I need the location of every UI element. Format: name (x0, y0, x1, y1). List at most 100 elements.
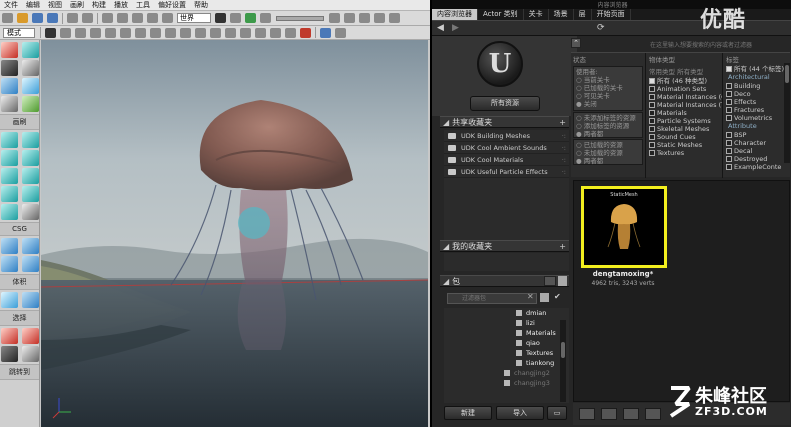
build-lighting-icon[interactable] (344, 13, 355, 23)
forward-arrow-icon[interactable]: ▶ (452, 23, 459, 33)
camera-mode-icon[interactable] (1, 42, 18, 58)
sheet-brush-icon[interactable] (22, 168, 39, 184)
lit-icon[interactable] (135, 27, 146, 38)
scale-icon[interactable] (147, 13, 158, 23)
all-assets-button[interactable]: 所有资源 (470, 96, 540, 111)
build-paths-icon[interactable] (359, 13, 370, 23)
tag-all-checkbox[interactable]: 所有 (44 个标签) (726, 65, 790, 73)
radio-both-loaded[interactable]: ● 两者都 (576, 157, 640, 165)
spiral-stair-brush-icon[interactable] (1, 186, 18, 202)
brush-wireframe-icon[interactable] (90, 27, 101, 38)
tab-start-page[interactable]: 开始页面 (592, 9, 631, 20)
tree-icon[interactable] (22, 96, 39, 112)
clear-filter-icon[interactable]: ✕ (527, 292, 534, 301)
tag-effects-checkbox[interactable]: Effects (726, 98, 790, 106)
texture-density-icon[interactable] (195, 27, 206, 38)
detail-lighting-icon[interactable] (150, 27, 161, 38)
tab-levels[interactable]: 关卡 (524, 9, 549, 20)
coordinate-system-select[interactable]: 世界 (177, 13, 211, 23)
undo-icon[interactable] (67, 13, 78, 23)
view-thumbnail-icon[interactable] (645, 408, 661, 420)
my-collections-header[interactable]: ◢ 我的收藏夹 + (440, 240, 569, 252)
camera-speed-slider[interactable] (276, 15, 324, 21)
radio-loaded-levels[interactable]: ○ 已加载的关卡 (576, 84, 640, 92)
tag-building-checkbox[interactable]: Building (726, 82, 790, 90)
geometry-mode-icon[interactable] (22, 42, 39, 58)
view-split-icon[interactable] (623, 408, 639, 420)
tree-item[interactable]: dmian (444, 308, 569, 318)
camera-icon[interactable] (285, 27, 296, 38)
menu-tools[interactable]: 工具 (132, 0, 154, 10)
type-all-checkbox[interactable]: 所有 (46 种类型) (649, 77, 722, 85)
type-textures-checkbox[interactable]: Textures (649, 149, 722, 157)
view-list-icon[interactable] (601, 408, 617, 420)
collection-item[interactable]: UDK Useful Particle Effects ·: (444, 166, 569, 178)
radio-current-level[interactable]: ○ 当前关卡 (576, 76, 640, 84)
cube-brush-icon[interactable] (1, 132, 18, 148)
tag-fractures-checkbox[interactable]: Fractures (726, 106, 790, 114)
type-skeletal-meshes-checkbox[interactable]: Skeletal Meshes (649, 125, 722, 133)
maximize-viewport-icon[interactable] (335, 27, 346, 38)
kismet-icon[interactable] (245, 13, 256, 23)
tags-scrollbar[interactable] (784, 63, 790, 163)
type-material-instances-c-checkbox[interactable]: Material Instances (C (649, 93, 722, 101)
view-mode-icon[interactable] (75, 27, 86, 38)
generic-browser-icon[interactable] (230, 13, 241, 23)
tree-item[interactable]: changjing2 (444, 368, 569, 378)
foliage-mode-icon[interactable] (1, 96, 18, 112)
type-animation-sets-checkbox[interactable]: Animation Sets (649, 85, 722, 93)
refresh-icon[interactable]: ⟳ (597, 23, 605, 33)
menu-preferences[interactable]: 偏好设置 (154, 0, 190, 10)
remove-icon[interactable]: ·: (562, 132, 566, 140)
remove-icon[interactable]: ·: (562, 144, 566, 152)
invert-selection-icon[interactable] (1, 346, 18, 362)
build-geometry-icon[interactable] (329, 13, 340, 23)
radio-tagged[interactable]: ○ 添加标签的资源 (576, 122, 640, 130)
pencil-icon[interactable] (540, 293, 549, 302)
open-icon[interactable] (17, 13, 28, 23)
play-icon[interactable] (320, 27, 331, 38)
mode-select[interactable]: 模式 (3, 27, 35, 38)
cone-brush-icon[interactable] (22, 132, 39, 148)
nonuniform-scale-icon[interactable] (162, 13, 173, 23)
menu-help[interactable]: 帮助 (190, 0, 212, 10)
hide-selected-icon[interactable] (22, 328, 39, 344)
tag-volumetrics-checkbox[interactable]: Volumetrics (726, 114, 790, 122)
tetrahedron-brush-icon[interactable] (1, 204, 18, 220)
back-arrow-icon[interactable]: ◀ (437, 23, 444, 33)
radio-visible-levels[interactable]: ○ 可见关卡 (576, 92, 640, 100)
tree-item[interactable]: qiao (444, 338, 569, 348)
show-flags-icon[interactable] (255, 27, 266, 38)
add-collection-icon[interactable]: + (559, 241, 566, 252)
add-volume-icon[interactable] (22, 292, 39, 308)
csg-intersect-icon[interactable] (1, 256, 18, 272)
tree-item[interactable]: Textures (444, 348, 569, 358)
new-button[interactable]: 新建 (444, 406, 492, 420)
cylinder-brush-icon[interactable] (22, 150, 39, 166)
binoculars-icon[interactable] (215, 13, 226, 23)
package-tree-scrollbar[interactable] (560, 320, 566, 402)
tree-item[interactable]: lizi (444, 318, 569, 328)
unlit-icon[interactable] (120, 27, 131, 38)
realtime-icon[interactable] (60, 27, 71, 38)
tag-decal-checkbox[interactable]: Decal (726, 147, 790, 155)
menu-brush[interactable]: 画刷 (66, 0, 88, 10)
add-special-brush-icon[interactable] (1, 292, 18, 308)
save-all-icon[interactable] (47, 13, 58, 23)
tab-scene[interactable]: 场景 (549, 9, 574, 20)
menu-edit[interactable]: 编辑 (22, 0, 44, 10)
shared-collections-header[interactable]: ◢ 共享收藏夹 + (440, 116, 569, 128)
import-button[interactable]: 导入 (496, 406, 544, 420)
remove-icon[interactable]: ·: (562, 156, 566, 164)
perspective-icon[interactable] (45, 27, 56, 38)
tag-example-content-checkbox[interactable]: ExampleConte (726, 163, 790, 171)
type-static-meshes-checkbox[interactable]: Static Meshes (649, 141, 722, 149)
game-view-icon[interactable] (270, 27, 281, 38)
rotate-icon[interactable] (132, 13, 143, 23)
menu-play[interactable]: 播放 (110, 0, 132, 10)
radio-loaded[interactable]: ○ 已加载的资源 (576, 141, 640, 149)
perspective-viewport[interactable] (41, 40, 428, 427)
menu-file[interactable]: 文件 (0, 0, 22, 10)
view-grid-icon[interactable] (579, 408, 595, 420)
sphere-brush-icon[interactable] (22, 186, 39, 202)
